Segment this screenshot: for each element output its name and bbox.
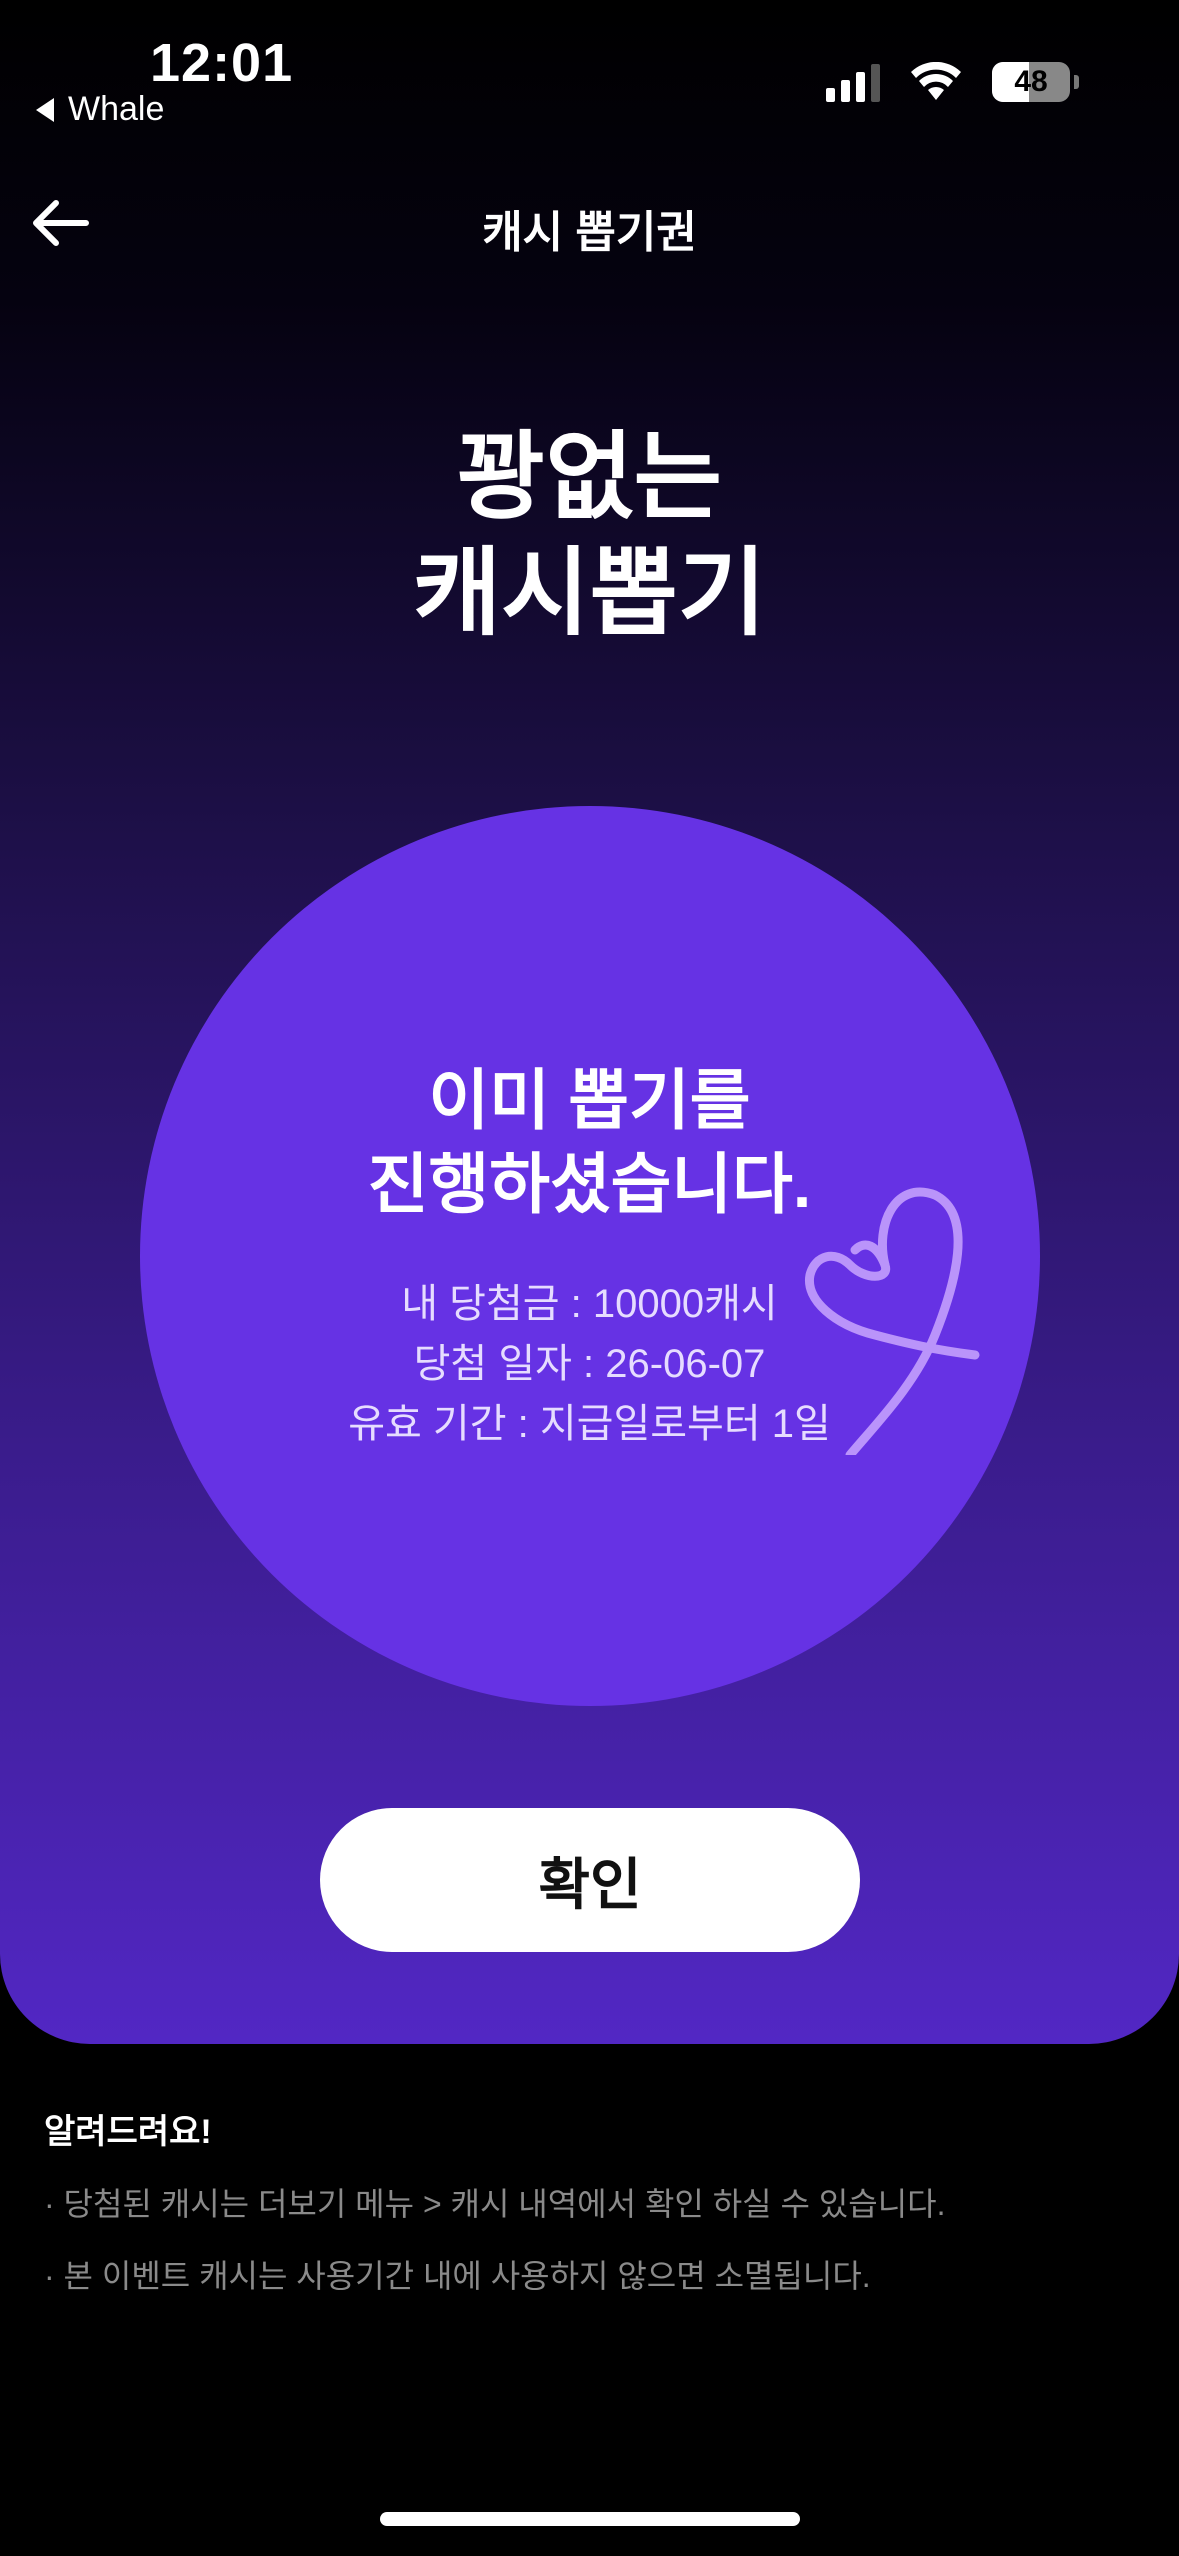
notice-title: 알려드려요! — [44, 2113, 212, 2151]
result-title: 이미 뽑기를 진행하셨습니다. — [0, 1058, 1179, 1226]
validity-period: 유효 기간 : 지급일로부터 1일 — [348, 1402, 831, 1446]
win-date: 당첨 일자 : 26-06-07 — [413, 1342, 766, 1386]
battery-level: 48 — [1014, 65, 1048, 98]
confirm-button[interactable]: 확인 — [320, 1808, 860, 1952]
result-title-line2: 진행하셨습니다. — [367, 1147, 812, 1221]
status-indicators: 48 — [826, 62, 1079, 102]
result-title-line1: 이미 뽑기를 — [428, 1063, 751, 1137]
home-indicator[interactable] — [380, 2512, 800, 2526]
heart-doodle-icon — [804, 1187, 980, 1455]
notice-item: · 본 이벤트 캐시는 사용기간 내에 사용하지 않으면 소멸됩니다. — [44, 2258, 871, 2294]
page-title: 캐시 뽑기권 — [482, 208, 697, 257]
hero-title-line1: 꽝없는 — [457, 424, 722, 531]
prize-amount: 내 당첨금 : 10000캐시 — [401, 1282, 778, 1326]
notice-item: · 당첨된 캐시는 더보기 메뉴 > 캐시 내역에서 확인 하실 수 있습니다. — [44, 2186, 946, 2222]
hero-title: 꽝없는 캐시뽑기 — [0, 420, 1179, 652]
notice-list: · 당첨된 캐시는 더보기 메뉴 > 캐시 내역에서 확인 하실 수 있습니다.… — [44, 2176, 945, 2320]
hero-title-line2: 캐시뽑기 — [412, 540, 767, 647]
status-back-to-app[interactable]: Whale — [36, 90, 164, 129]
cellular-signal-icon — [826, 62, 880, 102]
result-info: 내 당첨금 : 10000캐시 당첨 일자 : 26-06-07 유효 기간 :… — [0, 1274, 1179, 1454]
battery-icon: 48 — [992, 62, 1070, 102]
back-app-label: Whale — [68, 90, 165, 128]
status-time: 12:01 — [150, 33, 294, 93]
back-triangle-icon — [36, 97, 54, 122]
wifi-icon — [911, 62, 961, 100]
battery-cap — [1074, 75, 1079, 89]
